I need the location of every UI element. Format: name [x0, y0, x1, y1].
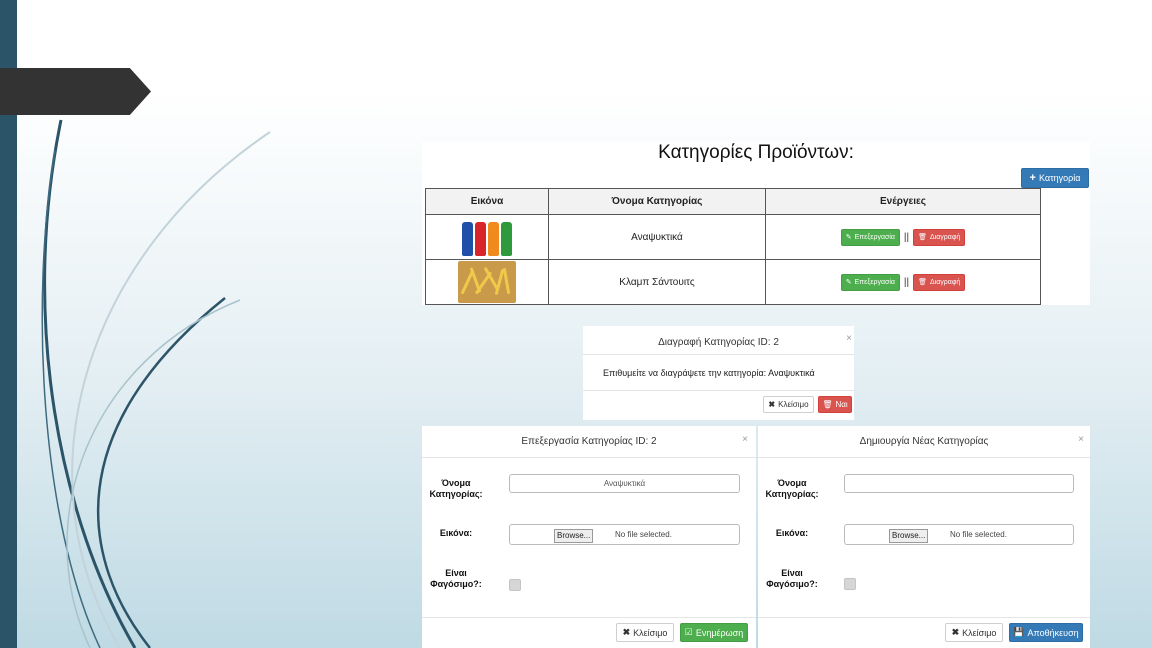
modal-divider: [583, 354, 854, 355]
trash-icon: 🗑: [918, 279, 928, 286]
update-button-label: Ενημέρωση: [695, 627, 744, 638]
page-title: Κατηγορίες Προϊόντων:: [658, 142, 854, 163]
check-square-icon: ☑: [684, 627, 693, 637]
browse-button[interactable]: Browse...: [889, 529, 929, 543]
category-name-label: Όνομα Κατηγορίας:: [429, 478, 483, 499]
image-label: Εικόνα:: [775, 528, 809, 538]
soda-cans-image: [458, 216, 516, 258]
image-label: Εικόνα:: [439, 528, 473, 538]
trash-icon: 🗑: [918, 234, 928, 241]
delete-button[interactable]: 🗑 Διαγραφή: [913, 273, 966, 291]
modal-title: Δημιουργία Νέας Κατηγορίας: [859, 436, 989, 447]
floppy-icon: 💾: [1013, 627, 1025, 637]
column-header-image: Εικόνα: [425, 188, 549, 215]
delete-button-label: Διαγραφή: [930, 278, 961, 286]
row-image-cell: [425, 259, 549, 305]
close-x-icon: ✖: [951, 627, 960, 637]
close-x-icon: ✖: [622, 627, 631, 637]
save-button-label: Αποθήκευση: [1027, 627, 1079, 638]
row-actions-cell: ✎ Επεξεργασία || 🗑 Διαγραφή: [765, 259, 1041, 305]
row-actions-cell: ✎ Επεξεργασία || 🗑 Διαγραφή: [765, 214, 1041, 260]
save-button[interactable]: 💾 Αποθήκευση: [1009, 623, 1083, 642]
close-x-icon: ✖: [768, 400, 776, 409]
modal-title: Επεξεργασία Κατηγορίας ID: 2: [521, 436, 657, 447]
column-header-name: Όνομα Κατηγορίας: [548, 188, 766, 215]
modal-title: Διαγραφή Κατηγορίας ID: 2: [658, 337, 779, 348]
is-food-checkbox[interactable]: [509, 579, 521, 591]
update-button[interactable]: ☑ Ενημέρωση: [680, 623, 748, 642]
image-file-input[interactable]: Browse... No file selected.: [509, 524, 740, 545]
edit-category-modal: Επεξεργασία Κατηγορίας ID: 2 × Όνομα Κατη…: [422, 426, 756, 648]
categories-panel: Κατηγορίες Προϊόντων: + Κατηγορία Εικόνα…: [422, 142, 1090, 305]
table-row: Κλαμπ Σάντουιτς ✎ Επεξεργασία || 🗑 Διαγρ…: [425, 259, 1041, 305]
close-button-label: Κλείσιμο: [962, 627, 997, 638]
close-button-label: Κλείσιμο: [633, 627, 668, 638]
confirm-delete-label: Ναι: [835, 400, 848, 409]
close-x-icon[interactable]: ×: [742, 434, 748, 445]
delete-button[interactable]: 🗑 Διαγραφή: [913, 228, 966, 246]
close-button[interactable]: ✖ Κλείσιμο: [763, 396, 814, 413]
actions-separator: ||: [903, 231, 910, 243]
pencil-icon: ✎: [845, 234, 852, 241]
edit-button[interactable]: ✎ Επεξεργασία: [840, 273, 900, 291]
table-row: Αναψυκτικά ✎ Επεξεργασία || 🗑 Διαγραφή: [425, 214, 1041, 260]
club-sandwich-image: [458, 261, 516, 303]
modal-divider: [422, 617, 756, 618]
modal-divider: [758, 617, 1090, 618]
no-file-text: No file selected.: [950, 530, 1007, 539]
modal-divider: [758, 457, 1090, 458]
new-category-modal: Δημιουργία Νέας Κατηγορίας × Όνομα Κατηγο…: [758, 426, 1090, 648]
actions-separator: ||: [903, 276, 910, 288]
close-button[interactable]: ✖ Κλείσιμο: [616, 623, 674, 642]
trash-icon: 🗑: [822, 400, 833, 409]
add-category-button[interactable]: + Κατηγορία: [1021, 168, 1089, 188]
edit-button-label: Επεξεργασία: [854, 278, 895, 286]
close-x-icon[interactable]: ×: [846, 333, 852, 344]
image-file-input[interactable]: Browse... No file selected.: [844, 524, 1074, 545]
delete-button-label: Διαγραφή: [930, 233, 961, 241]
row-name-cell: Κλαμπ Σάντουιτς: [548, 259, 766, 305]
close-button[interactable]: ✖ Κλείσιμο: [945, 623, 1003, 642]
edit-button[interactable]: ✎ Επεξεργασία: [840, 228, 900, 246]
swoosh-decoration: [41, 119, 271, 648]
is-food-label: Είναι Φαγόσιμο?:: [766, 568, 818, 589]
categories-table: Εικόνα Όνομα Κατηγορίας Ενέργειες Αναψυκ…: [425, 188, 1041, 305]
modal-body-text: Επιθυμείτε να διαγράψετε την κατηγορία: …: [603, 368, 815, 378]
row-name-cell: Αναψυκτικά: [548, 214, 766, 260]
category-name-input[interactable]: [509, 474, 740, 493]
confirm-delete-button[interactable]: 🗑 Ναι: [818, 396, 852, 413]
no-file-text: No file selected.: [615, 530, 672, 539]
edit-button-label: Επεξεργασία: [854, 233, 895, 241]
close-button-label: Κλείσιμο: [778, 400, 809, 409]
row-image-cell: [425, 214, 549, 260]
add-category-label: Κατηγορία: [1038, 173, 1081, 183]
category-name-input[interactable]: [844, 474, 1074, 493]
is-food-label: Είναι Φαγόσιμο?:: [430, 568, 482, 589]
plus-icon: +: [1029, 172, 1036, 184]
category-name-label: Όνομα Κατηγορίας:: [765, 478, 819, 499]
delete-category-modal: Διαγραφή Κατηγορίας ID: 2 × Επιθυμείτε ν…: [583, 326, 854, 420]
is-food-checkbox[interactable]: [844, 578, 856, 590]
modal-divider: [583, 390, 854, 391]
close-x-icon[interactable]: ×: [1078, 434, 1084, 445]
table-header-row: Εικόνα Όνομα Κατηγορίας Ενέργειες: [425, 188, 1041, 215]
column-header-actions: Ενέργειες: [765, 188, 1041, 215]
modal-divider: [422, 457, 756, 458]
pencil-icon: ✎: [845, 279, 852, 286]
browse-button[interactable]: Browse...: [554, 529, 594, 543]
